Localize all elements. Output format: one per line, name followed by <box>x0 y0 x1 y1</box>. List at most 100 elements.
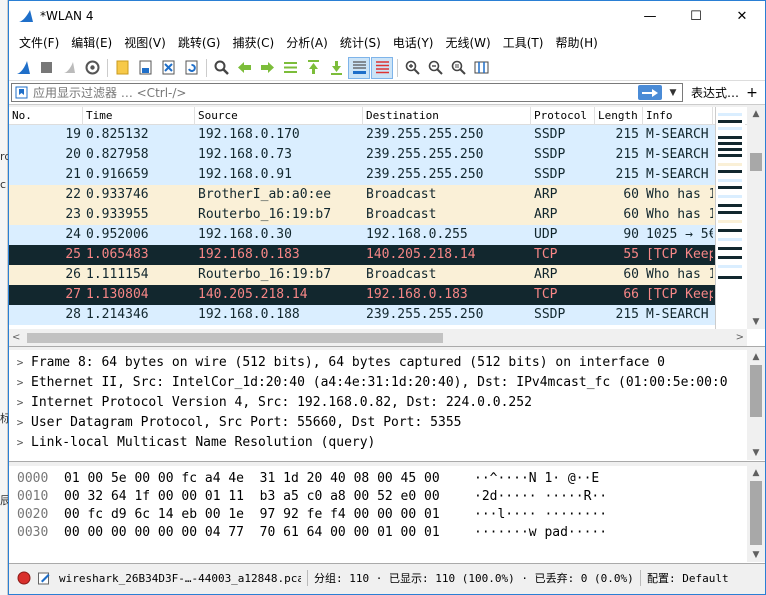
bytes-row[interactable]: 0010 00 32 64 1f 00 00 01 11 b3 a5 c0 a8… <box>9 488 765 506</box>
scroll-thumb[interactable] <box>27 333 443 343</box>
menu-tools[interactable]: 工具(T) <box>497 32 550 54</box>
packet-details: > Frame 8: 64 bytes on wire (512 bits), … <box>9 350 765 462</box>
add-filter-button[interactable]: + <box>745 85 759 101</box>
menu-edit[interactable]: 编辑(E) <box>65 32 118 54</box>
scroll-up-icon[interactable]: ▲ <box>747 107 765 121</box>
bytes-hex: 00 00 00 00 00 00 04 77 70 61 64 00 00 0… <box>64 525 440 540</box>
go-to-packet-button[interactable] <box>279 57 301 79</box>
packet-destination: Broadcast <box>366 207 437 222</box>
scroll-left-icon[interactable]: < <box>12 329 20 346</box>
go-forward-button[interactable] <box>256 57 278 79</box>
column-header-time[interactable]: Time <box>83 107 195 125</box>
scroll-thumb[interactable] <box>750 481 762 545</box>
bytes-offset: 0020 <box>17 507 49 522</box>
packet-list-header: No. Time Source Destination Protocol Len… <box>9 107 765 125</box>
packet-bytes: 0000 01 00 5e 00 00 fc a4 4e 31 1d 20 40… <box>9 466 765 564</box>
colorize-button[interactable] <box>371 56 393 79</box>
maximize-button[interactable]: ☐ <box>673 1 719 31</box>
scroll-thumb[interactable] <box>750 153 762 171</box>
bookmark-icon[interactable] <box>14 85 30 100</box>
scroll-right-icon[interactable]: > <box>736 329 744 346</box>
zoom-out-button[interactable] <box>424 57 446 79</box>
stop-capture-button[interactable] <box>35 57 57 79</box>
detail-tree-item[interactable]: > Internet Protocol Version 4, Src: 192.… <box>9 392 765 412</box>
detail-tree-item[interactable]: > Ethernet II, Src: IntelCor_1d:20:40 (a… <box>9 372 765 392</box>
open-file-button[interactable] <box>111 57 133 79</box>
chevron-right-icon[interactable]: > <box>9 436 31 449</box>
packet-source: 192.168.0.91 <box>198 167 292 182</box>
normal-size-button[interactable] <box>447 57 469 79</box>
menu-wireless[interactable]: 无线(W) <box>440 32 497 54</box>
scroll-down-icon[interactable]: ▼ <box>747 315 765 329</box>
filter-history-dropdown[interactable]: ▼ <box>666 85 680 100</box>
packet-row[interactable]: 23 0.933955 Routerbo_16:19:b7 Broadcast … <box>9 205 715 225</box>
details-vscroll[interactable]: ▲ ▼ <box>747 350 765 460</box>
detail-tree-item[interactable]: > User Datagram Protocol, Src Port: 5566… <box>9 412 765 432</box>
menu-analyze[interactable]: 分析(A) <box>280 32 334 54</box>
chevron-right-icon[interactable]: > <box>9 396 31 409</box>
capture-options-button[interactable] <box>81 57 103 79</box>
column-header-info[interactable]: Info <box>643 107 713 125</box>
start-capture-button[interactable] <box>12 57 34 79</box>
packet-row[interactable]: 24 0.952006 192.168.0.30 192.168.0.255 U… <box>9 225 715 245</box>
scroll-down-icon[interactable]: ▼ <box>747 548 765 562</box>
menu-telephony[interactable]: 电话(Y) <box>387 32 440 54</box>
packet-row[interactable]: 21 0.916659 192.168.0.91 239.255.255.250… <box>9 165 715 185</box>
colorize-icon <box>375 61 389 74</box>
restart-capture-button[interactable] <box>58 57 80 79</box>
packet-row[interactable]: 27 1.130804 140.205.218.14 192.168.0.183… <box>9 285 715 305</box>
chevron-right-icon[interactable]: > <box>9 416 31 429</box>
chevron-right-icon[interactable]: > <box>9 356 31 369</box>
scroll-thumb[interactable] <box>750 365 762 417</box>
menu-help[interactable]: 帮助(H) <box>549 32 603 54</box>
menu-go[interactable]: 跳转(G) <box>172 32 227 54</box>
column-header-length[interactable]: Length <box>595 107 643 125</box>
packet-list-hscroll[interactable]: < > <box>9 329 747 346</box>
bytes-ascii: ··^····N 1· @··E <box>474 471 600 486</box>
column-header-source[interactable]: Source <box>195 107 363 125</box>
go-back-button[interactable] <box>233 57 255 79</box>
apply-filter-button[interactable] <box>637 85 662 100</box>
expression-button[interactable]: 表达式… <box>691 84 739 101</box>
packet-row[interactable]: 28 1.214346 192.168.0.188 239.255.255.25… <box>9 305 715 325</box>
packet-minimap[interactable] <box>715 107 745 329</box>
minimize-button[interactable]: — <box>627 1 673 31</box>
packet-row[interactable]: 20 0.827958 192.168.0.73 239.255.255.250… <box>9 145 715 165</box>
column-header-no[interactable]: No. <box>9 107 83 125</box>
first-packet-button[interactable] <box>302 57 324 79</box>
capture-comment-button[interactable] <box>35 569 53 587</box>
scroll-down-icon[interactable]: ▼ <box>747 446 765 460</box>
packet-row[interactable]: 26 1.111154 Routerbo_16:19:b7 Broadcast … <box>9 265 715 285</box>
scroll-up-icon[interactable]: ▲ <box>747 350 765 364</box>
chevron-right-icon[interactable]: > <box>9 376 31 389</box>
profile-selector[interactable]: 配置: Default <box>647 570 729 586</box>
reload-file-button[interactable] <box>180 57 202 79</box>
bytes-row[interactable]: 0020 00 fc d9 6c 14 eb 00 1e 97 92 fe f4… <box>9 506 765 524</box>
bytes-row[interactable]: 0000 01 00 5e 00 00 fc a4 4e 31 1d 20 40… <box>9 470 765 488</box>
bytes-vscroll[interactable]: ▲ ▼ <box>747 466 765 562</box>
zoom-in-button[interactable] <box>401 57 423 79</box>
packet-list-vscroll[interactable]: ▲ ▼ <box>747 107 765 329</box>
bytes-row[interactable]: 0030 00 00 00 00 00 00 04 77 70 61 64 00… <box>9 524 765 542</box>
save-file-button[interactable] <box>134 57 156 79</box>
detail-tree-item[interactable]: > Link-local Multicast Name Resolution (… <box>9 432 765 452</box>
menu-view[interactable]: 视图(V) <box>118 32 172 54</box>
close-button[interactable]: ✕ <box>719 1 765 31</box>
display-filter-input[interactable]: 应用显示过滤器 … <Ctrl-/> ▼ <box>11 83 683 102</box>
column-header-destination[interactable]: Destination <box>363 107 531 125</box>
menu-capture[interactable]: 捕获(C) <box>226 32 280 54</box>
find-packet-button[interactable] <box>210 57 232 79</box>
column-header-protocol[interactable]: Protocol <box>531 107 595 125</box>
expert-info-button[interactable] <box>15 569 33 587</box>
detail-tree-item[interactable]: > Frame 8: 64 bytes on wire (512 bits), … <box>9 352 765 372</box>
resize-columns-button[interactable] <box>470 57 492 79</box>
packet-row[interactable]: 19 0.825132 192.168.0.170 239.255.255.25… <box>9 125 715 145</box>
last-packet-button[interactable] <box>325 57 347 79</box>
close-file-button[interactable] <box>157 57 179 79</box>
menu-file[interactable]: 文件(F) <box>13 32 65 54</box>
packet-row[interactable]: 25 1.065483 192.168.0.183 140.205.218.14… <box>9 245 715 265</box>
autoscroll-button[interactable] <box>348 56 370 79</box>
packet-row[interactable]: 22 0.933746 BrotherI_ab:a0:ee Broadcast … <box>9 185 715 205</box>
menu-statistics[interactable]: 统计(S) <box>334 32 387 54</box>
scroll-up-icon[interactable]: ▲ <box>747 466 765 480</box>
